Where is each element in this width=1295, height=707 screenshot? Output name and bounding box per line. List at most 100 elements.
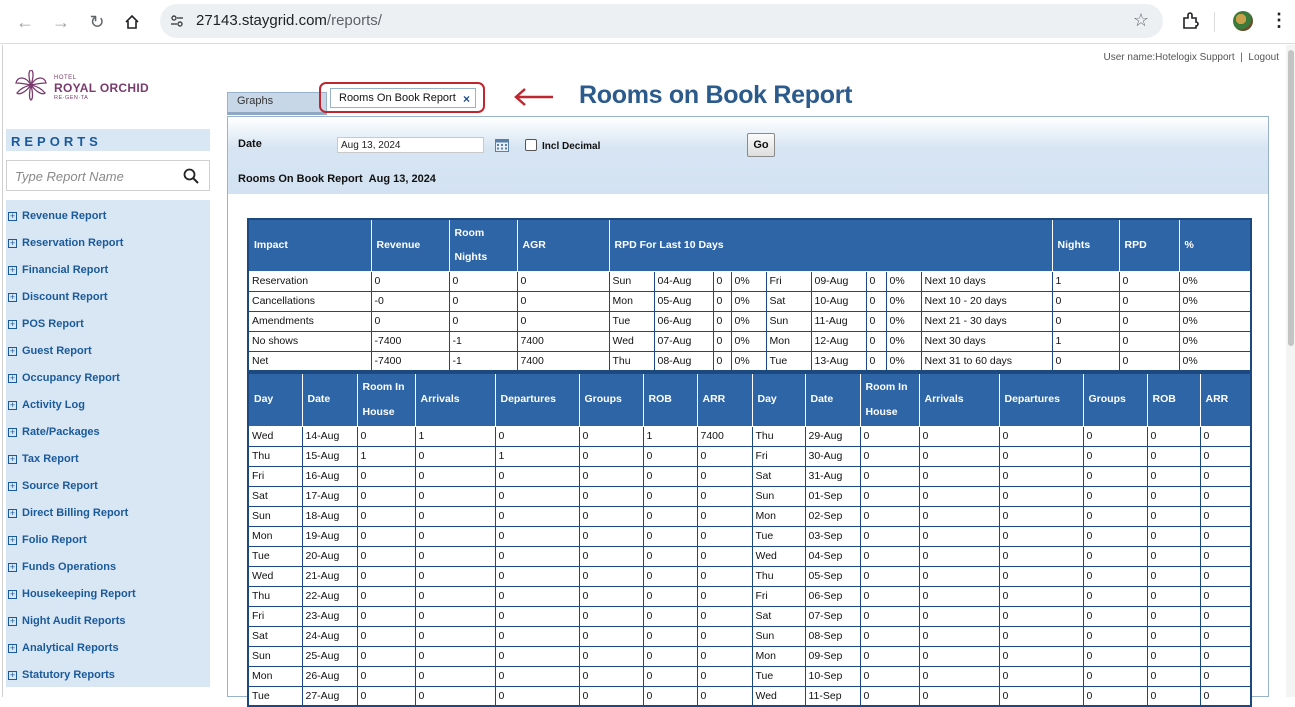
table-cell: 0 xyxy=(998,545,1084,567)
expand-plus-icon[interactable]: + xyxy=(8,590,17,599)
table-cell: 0 xyxy=(370,310,450,332)
table-cell: 0% xyxy=(1178,290,1252,312)
table-cell: 0 xyxy=(356,525,416,547)
table-cell: 21-Aug xyxy=(301,565,358,587)
table-cell: 0 xyxy=(1146,665,1201,687)
table-cell: 09-Aug xyxy=(810,270,867,292)
table-cell: 0 xyxy=(642,645,698,667)
expand-plus-icon[interactable]: + xyxy=(8,347,17,356)
go-button[interactable]: Go xyxy=(747,133,775,157)
table-cell: 0 xyxy=(414,545,496,567)
search-icon[interactable] xyxy=(183,168,199,184)
report-search-input[interactable] xyxy=(9,164,174,188)
expand-plus-icon[interactable]: + xyxy=(8,644,17,653)
sidebar-item-reservation-report[interactable]: + Reservation Report xyxy=(6,235,210,255)
col-header-day: Day xyxy=(751,372,806,427)
table-cell: 0 xyxy=(1146,545,1201,567)
table-cell: 0 xyxy=(1146,485,1201,507)
expand-plus-icon[interactable]: + xyxy=(8,563,17,572)
sidebar-item-rate-packages[interactable]: + Rate/Packages xyxy=(6,424,210,444)
tab-graphs[interactable]: Graphs xyxy=(227,92,327,115)
home-icon[interactable] xyxy=(119,9,145,35)
sidebar-item-night-audit-reports[interactable]: + Night Audit Reports xyxy=(6,613,210,633)
table-cell: 0 xyxy=(516,270,610,292)
profile-avatar[interactable] xyxy=(1233,11,1253,31)
reload-icon[interactable]: ↻ xyxy=(84,9,110,35)
logout-link[interactable]: Logout xyxy=(1248,52,1279,63)
table-row: Thu 15-Aug 1 0 1 0 0 0 Fri 30-Aug 0 0 0 0 0 0 xyxy=(247,445,1252,467)
table-cell: 0 xyxy=(642,445,698,467)
table-cell: 0 xyxy=(859,685,920,707)
expand-plus-icon[interactable]: + xyxy=(8,374,17,383)
table-cell: 0 xyxy=(448,310,518,332)
scrollbar-thumb[interactable] xyxy=(1288,50,1294,346)
bookmark-star-icon[interactable]: ☆ xyxy=(1133,10,1149,31)
sidebar-item-label: Guest Report xyxy=(22,345,92,357)
expand-plus-icon[interactable]: + xyxy=(8,401,17,410)
table-cell: 0 xyxy=(494,685,580,707)
expand-plus-icon[interactable]: + xyxy=(8,293,17,302)
table-cell: 0 xyxy=(414,465,496,487)
table-cell: 0 xyxy=(356,625,416,647)
forward-icon[interactable]: → xyxy=(48,9,74,35)
expand-plus-icon[interactable]: + xyxy=(8,239,17,248)
sidebar-item-financial-report[interactable]: + Financial Report xyxy=(6,262,210,282)
back-icon[interactable]: ← xyxy=(12,9,38,35)
table-row: Thu 22-Aug 0 0 0 0 0 0 Fri 06-Sep 0 0 0 0 0 0 xyxy=(247,585,1252,607)
expand-plus-icon[interactable]: + xyxy=(8,428,17,437)
table-cell: 0 xyxy=(448,270,518,292)
sidebar-item-analytical-reports[interactable]: + Analytical Reports xyxy=(6,640,210,660)
table-row: Mon 26-Aug 0 0 0 0 0 0 Tue 10-Sep 0 0 0 0 0 0 xyxy=(247,665,1252,687)
table-cell: 0 xyxy=(696,545,753,567)
sidebar-item-statutory-reports[interactable]: + Statutory Reports xyxy=(6,667,210,687)
table-cell: 0 xyxy=(642,565,698,587)
col-header-room-nights: Room Nights xyxy=(448,218,518,272)
expand-plus-icon[interactable]: + xyxy=(8,482,17,491)
browser-menu-icon[interactable]: ⋮ xyxy=(1270,10,1288,31)
sidebar-item-pos-report[interactable]: + POS Report xyxy=(6,316,210,336)
address-bar[interactable]: 27143.staygrid.com/reports/ ☆ xyxy=(160,4,1163,38)
table-cell: 0% xyxy=(1178,330,1252,352)
sidebar-item-activity-log[interactable]: + Activity Log xyxy=(6,397,210,417)
report-name: Rooms On Book Report xyxy=(238,173,363,185)
sidebar-item-occupancy-report[interactable]: + Occupancy Report xyxy=(6,370,210,390)
sidebar-item-discount-report[interactable]: + Discount Report xyxy=(6,289,210,309)
sidebar-item-guest-report[interactable]: + Guest Report xyxy=(6,343,210,363)
table-cell: 0 xyxy=(1146,685,1201,707)
sidebar-item-tax-report[interactable]: + Tax Report xyxy=(6,451,210,471)
date-input[interactable] xyxy=(337,137,484,153)
expand-plus-icon[interactable]: + xyxy=(8,509,17,518)
incl-decimal-checkbox[interactable] xyxy=(525,139,537,151)
sidebar-item-folio-report[interactable]: + Folio Report xyxy=(6,532,210,552)
expand-plus-icon[interactable]: + xyxy=(8,536,17,545)
sidebar-item-funds-operations[interactable]: + Funds Operations xyxy=(6,559,210,579)
table-cell: No shows xyxy=(247,330,372,352)
expand-plus-icon[interactable]: + xyxy=(8,212,17,221)
sidebar-item-housekeeping-report[interactable]: + Housekeeping Report xyxy=(6,586,210,606)
col-header-arrivals: Arrivals xyxy=(918,372,1000,427)
col-header-date: Date xyxy=(301,372,358,427)
table-cell: 0% xyxy=(730,350,767,372)
table-cell: 11-Sep xyxy=(804,685,861,707)
table-cell: 0 xyxy=(918,605,1000,627)
calendar-icon[interactable] xyxy=(495,138,509,152)
table-cell: 0 xyxy=(1082,425,1148,447)
table-cell: 0 xyxy=(578,645,644,667)
table-cell: 09-Sep xyxy=(804,645,861,667)
site-info-icon[interactable] xyxy=(168,12,186,30)
expand-plus-icon[interactable]: + xyxy=(8,455,17,464)
expand-plus-icon[interactable]: + xyxy=(8,266,17,275)
sidebar-item-source-report[interactable]: + Source Report xyxy=(6,478,210,498)
expand-plus-icon[interactable]: + xyxy=(8,320,17,329)
table-cell: 0 xyxy=(1082,605,1148,627)
table-cell: 0 xyxy=(712,290,732,312)
report-search xyxy=(6,160,210,191)
sidebar-item-revenue-report[interactable]: + Revenue Report xyxy=(6,208,210,228)
extensions-icon[interactable] xyxy=(1180,11,1200,31)
expand-plus-icon[interactable]: + xyxy=(8,671,17,680)
table-cell: 0 xyxy=(1051,310,1120,332)
table-cell: Next 31 to 60 days xyxy=(920,350,1053,372)
sidebar-item-label: Source Report xyxy=(22,480,98,492)
sidebar-item-direct-billing-report[interactable]: + Direct Billing Report xyxy=(6,505,210,525)
expand-plus-icon[interactable]: + xyxy=(8,617,17,626)
